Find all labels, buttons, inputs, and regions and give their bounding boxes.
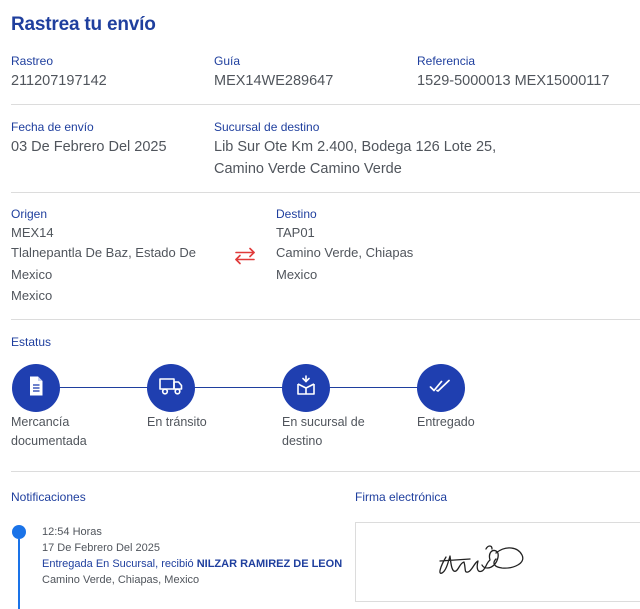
guide-value: MEX14WE289647 bbox=[214, 73, 334, 89]
step-label-at-branch: En sucursal de destino bbox=[282, 415, 365, 448]
destination-branch-line1: Lib Sur Ote Km 2.400, Bodega 126 Lote 25… bbox=[214, 139, 497, 155]
step-label-delivered: Entregado bbox=[417, 415, 475, 429]
origin-line3: Mexico bbox=[11, 288, 53, 303]
reference-label: Referencia bbox=[417, 54, 476, 68]
notification-location: Camino Verde, Chiapas, Mexico bbox=[42, 574, 200, 586]
destination-code: TAP01 bbox=[276, 225, 315, 240]
notification-status-text: Entregada En Sucursal, recibió bbox=[42, 558, 197, 570]
step-documented bbox=[12, 364, 60, 412]
divider bbox=[11, 471, 640, 472]
signature-image bbox=[439, 545, 524, 574]
ship-date-value: 03 De Febrero Del 2025 bbox=[11, 139, 167, 155]
ship-date-label: Fecha de envío bbox=[11, 120, 94, 134]
notification-receiver: NILZAR RAMIREZ DE LEON bbox=[196, 558, 343, 570]
divider bbox=[11, 319, 640, 320]
timeline-line bbox=[18, 539, 20, 609]
notification-status: Entregada En Sucursal, recibió NILZAR RA… bbox=[42, 556, 342, 572]
destination-branch-line2: Camino Verde Camino Verde bbox=[214, 161, 402, 177]
origin-line2: Mexico bbox=[11, 267, 53, 282]
status-label: Estatus bbox=[11, 335, 52, 349]
box-icon bbox=[295, 374, 317, 402]
document-icon bbox=[26, 375, 46, 402]
signature-box bbox=[355, 522, 640, 602]
tracking-value: 211207197142 bbox=[11, 73, 107, 89]
step-label-in-transit: En tránsito bbox=[147, 415, 207, 429]
destination-branch-label: Sucursal de destino bbox=[214, 120, 320, 134]
notification-date: 17 De Febrero Del 2025 bbox=[42, 542, 161, 554]
notification-time: 12:54 Horas bbox=[42, 526, 102, 538]
step-at-branch bbox=[282, 364, 330, 412]
divider bbox=[11, 192, 640, 193]
timeline-dot bbox=[12, 525, 26, 539]
destination-label: Destino bbox=[276, 207, 317, 221]
notifications-label: Notificaciones bbox=[11, 490, 86, 504]
destination-line1: Camino Verde, Chiapas bbox=[276, 245, 414, 260]
origin-line1: Tlalnepantla De Baz, Estado De bbox=[11, 245, 196, 260]
status-progress-line bbox=[36, 387, 442, 388]
divider bbox=[11, 104, 640, 105]
step-label-documented: Mercancía documentada bbox=[11, 415, 87, 448]
origin-code: MEX14 bbox=[11, 225, 54, 240]
swap-arrows-icon bbox=[233, 246, 257, 266]
page-title: Rastrea tu envío bbox=[11, 14, 156, 35]
tracking-label: Rastreo bbox=[11, 54, 54, 68]
double-check-icon bbox=[429, 378, 453, 399]
signature-label: Firma electrónica bbox=[355, 490, 448, 504]
step-in-transit bbox=[147, 364, 195, 412]
step-delivered bbox=[417, 364, 465, 412]
origin-label: Origen bbox=[11, 207, 48, 221]
truck-icon bbox=[158, 376, 184, 401]
guide-label: Guía bbox=[214, 54, 241, 68]
destination-line2: Mexico bbox=[276, 267, 318, 282]
reference-value: 1529-5000013 MEX15000117 bbox=[417, 73, 610, 89]
